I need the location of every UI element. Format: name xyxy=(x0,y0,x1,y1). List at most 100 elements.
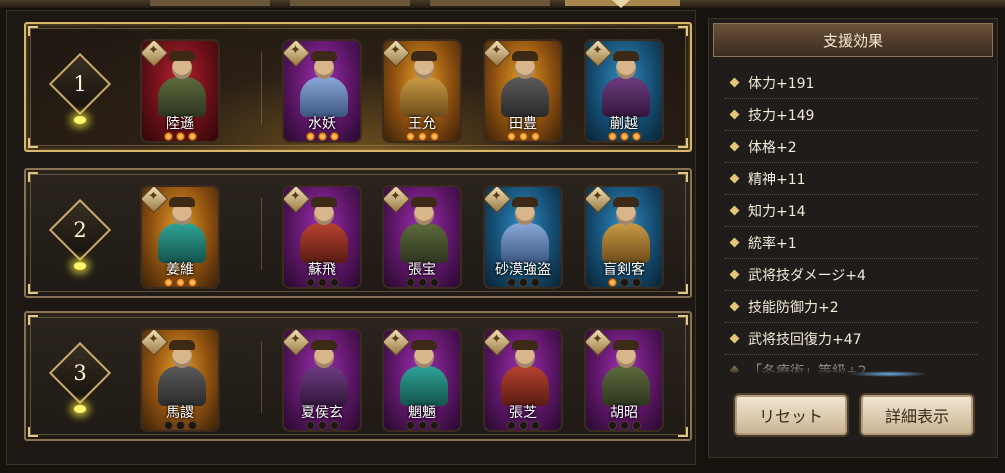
general-name: 張芝 xyxy=(509,405,537,421)
row-glow-icon xyxy=(74,262,86,270)
general-name: 田豊 xyxy=(509,116,537,132)
general-card[interactable]: ✦ 姜維 xyxy=(140,185,220,289)
top-tab[interactable] xyxy=(290,0,410,6)
star-icon xyxy=(530,132,540,141)
row-divider xyxy=(261,52,262,124)
star-icon xyxy=(187,278,197,287)
general-name: 蒯越 xyxy=(610,116,638,132)
star-icon xyxy=(163,278,173,287)
star-icon xyxy=(631,132,641,141)
general-name: 魍魎 xyxy=(408,405,436,421)
panel-title: 支援効果 xyxy=(713,23,993,57)
support-effect-panel: 支援効果 体力+191 技力+149 体格+2 精神+11 知力+14 統率+1 武将技ダメ… xyxy=(708,18,998,458)
bullet-diamond-icon xyxy=(729,109,740,120)
general-card[interactable]: ✦ 王允 xyxy=(382,39,462,143)
star-icon xyxy=(175,132,185,141)
general-card[interactable]: ✦ 陸遜 xyxy=(140,39,220,143)
general-name: 盲剣客 xyxy=(603,262,645,278)
row-divider xyxy=(261,341,262,413)
row-corner-ornament xyxy=(28,284,38,294)
star-icon xyxy=(631,421,641,430)
star-icon xyxy=(518,421,528,430)
row-corner-ornament xyxy=(678,172,688,182)
general-name: 水妖 xyxy=(308,116,336,132)
star-icon xyxy=(429,132,439,141)
bullet-diamond-icon xyxy=(729,173,740,184)
star-icon xyxy=(429,278,439,287)
general-portrait xyxy=(156,197,208,263)
general-portrait xyxy=(398,340,450,406)
row-number: 2 xyxy=(73,218,87,242)
star-icon xyxy=(417,421,427,430)
star-icon xyxy=(405,132,415,141)
effect-text: 統率+1 xyxy=(748,235,797,252)
general-card[interactable]: ✦ 夏侯玄 xyxy=(282,328,362,432)
row-corner-ornament xyxy=(678,138,688,148)
general-card[interactable]: ✦ 馬謖 xyxy=(140,328,220,432)
general-portrait xyxy=(600,51,652,117)
general-card[interactable]: ✦ 水妖 xyxy=(282,39,362,143)
general-name: 夏侯玄 xyxy=(301,405,343,421)
star-icon xyxy=(518,132,528,141)
star-rank xyxy=(384,132,460,141)
star-icon xyxy=(163,421,173,430)
general-card[interactable]: ✦ 魍魎 xyxy=(382,328,462,432)
row-corner-ornament xyxy=(678,315,688,325)
star-icon xyxy=(329,278,339,287)
star-icon xyxy=(329,421,339,430)
star-icon xyxy=(619,132,629,141)
effect-text: 武将技ダメージ+4 xyxy=(748,267,866,284)
bullet-diamond-icon xyxy=(729,333,740,344)
general-card[interactable]: ✦ 胡昭 xyxy=(584,328,664,432)
effect-list[interactable]: 体力+191 技力+149 体格+2 精神+11 知力+14 統率+1 武将技ダメージ+4 技… xyxy=(725,67,977,373)
effect-text: 精神+11 xyxy=(748,171,806,188)
general-portrait xyxy=(298,197,350,263)
reset-button[interactable]: リセット xyxy=(735,395,847,435)
star-icon xyxy=(530,278,540,287)
general-card[interactable]: ✦ 砂漠強盗 xyxy=(483,185,563,289)
formation-row-1[interactable]: 1 ✦ 陸遜 ✦ 水妖 ✦ 王允 ✦ 田豊 ✦ 蒯越 xyxy=(24,22,692,152)
star-icon xyxy=(317,132,327,141)
general-card[interactable]: ✦ 張宝 xyxy=(382,185,462,289)
general-portrait xyxy=(600,197,652,263)
star-icon xyxy=(175,421,185,430)
star-icon xyxy=(305,132,315,141)
star-rank xyxy=(586,278,662,287)
detail-view-button[interactable]: 詳細表示 xyxy=(861,395,973,435)
general-name: 胡昭 xyxy=(610,405,638,421)
row-glow-icon xyxy=(74,116,86,124)
row-corner-ornament xyxy=(28,315,38,325)
star-rank xyxy=(485,132,561,141)
effect-item: 体力+191 xyxy=(725,67,977,99)
star-rank xyxy=(384,421,460,430)
bullet-diamond-icon xyxy=(729,301,740,312)
star-icon xyxy=(329,132,339,141)
star-icon xyxy=(530,421,540,430)
general-card[interactable]: ✦ 蒯越 xyxy=(584,39,664,143)
star-icon xyxy=(607,421,617,430)
row-corner-ornament xyxy=(28,172,38,182)
effect-text: 知力+14 xyxy=(748,203,806,220)
star-icon xyxy=(175,278,185,287)
general-name: 王允 xyxy=(408,116,436,132)
row-number: 3 xyxy=(73,361,87,385)
general-card[interactable]: ✦ 張芝 xyxy=(483,328,563,432)
top-tab[interactable] xyxy=(430,0,550,6)
star-icon xyxy=(305,278,315,287)
formation-row-2[interactable]: 2 ✦ 姜維 ✦ 蘇飛 ✦ 張宝 ✦ 砂漠強盗 ✦ 盲剣客 xyxy=(24,168,692,298)
bullet-diamond-icon xyxy=(729,237,740,248)
general-card[interactable]: ✦ 蘇飛 xyxy=(282,185,362,289)
star-icon xyxy=(187,132,197,141)
bullet-diamond-icon xyxy=(729,141,740,152)
row-corner-ornament xyxy=(28,26,38,36)
star-icon xyxy=(518,278,528,287)
general-card[interactable]: ✦ 盲剣客 xyxy=(584,185,664,289)
star-rank xyxy=(485,421,561,430)
star-rank xyxy=(284,421,360,430)
formation-row-3[interactable]: 3 ✦ 馬謖 ✦ 夏侯玄 ✦ 魍魎 ✦ 張芝 ✦ 胡昭 xyxy=(24,311,692,441)
star-icon xyxy=(619,421,629,430)
general-card[interactable]: ✦ 田豊 xyxy=(483,39,563,143)
effect-item: 技力+149 xyxy=(725,99,977,131)
top-tab[interactable] xyxy=(150,0,270,6)
effect-text: 体力+191 xyxy=(748,75,815,92)
